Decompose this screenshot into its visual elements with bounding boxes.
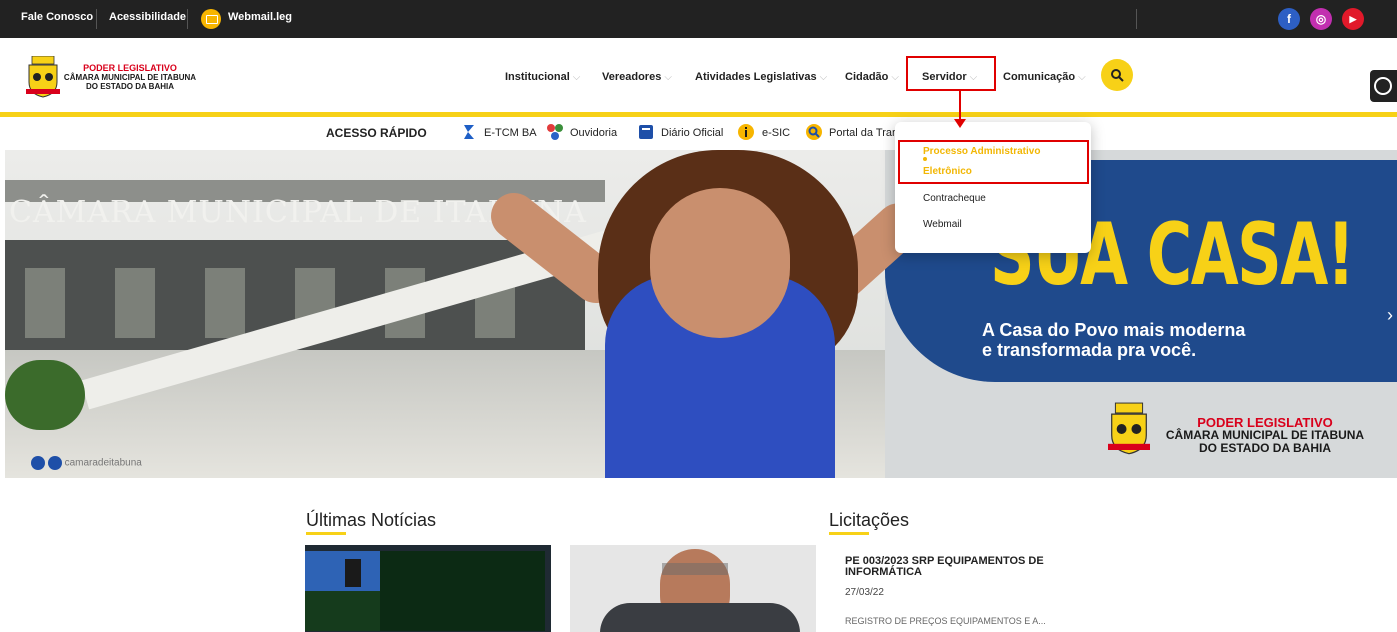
banner-tagline: A Casa do Povo mais moderna e transforma… [982,320,1245,360]
person-suit [600,603,800,632]
search-button[interactable] [1101,59,1133,91]
news-thumbnail-2[interactable] [570,545,816,632]
instagram-icon[interactable]: ◎ [1310,8,1332,30]
news-thumbnail-1[interactable] [305,545,551,632]
youtube-icon[interactable]: ▶ [1342,8,1364,30]
diario-oficial-icon [639,125,653,139]
search-icon [1111,69,1124,82]
tree-image [5,360,85,430]
social-handle-text: camaradeitabuna [64,457,142,469]
nav-label: Vereadores [602,71,662,83]
divider [96,9,97,29]
highlight-box-processo [898,140,1089,184]
dropdown-item-webmail[interactable]: Webmail [923,219,962,230]
magnifier-icon [806,124,822,140]
quick-link-esic[interactable]: e-SIC [762,127,790,139]
highlight-box-servidor [906,56,996,91]
hero-banner[interactable]: CÂMARA MUNICIPAL DE ITABUNA SUA CASA! A … [5,150,1397,478]
site-logo-text[interactable]: PODER LEGISLATIVO CÂMARA MUNICIPAL DE IT… [60,63,200,92]
speaker-figure [345,559,361,587]
nav-label: Atividades Legislativas [695,71,817,83]
contact-link[interactable]: Fale Conosco [21,11,93,23]
bids-section-title: Licitações [829,510,910,530]
tagline-line-1: A Casa do Povo mais moderna [982,320,1246,340]
scoreboard-image [380,551,545,631]
quick-link-diario-oficial[interactable]: Diário Oficial [661,127,723,139]
scoreboard-image [305,591,380,631]
webmail-link[interactable]: Webmail.leg [228,11,292,23]
divider [187,9,188,29]
chevron-down-icon: ⌵ [664,72,672,83]
news-section-title: Últimas Notícias [306,510,437,530]
top-bar: Fale Conosco Acessibilidade Webmail.leg … [0,0,1397,38]
chevron-down-icon: ⌵ [891,72,899,83]
dropdown-item-contracheque[interactable]: Contracheque [923,193,986,204]
quick-link-etcm[interactable]: E-TCM BA [484,127,537,139]
quick-access-bar: ACESSO RÁPIDO E-TCM BA Ouvidoria Diário … [0,117,1397,150]
nav-label: Institucional [505,71,570,83]
news-title-underline [306,532,346,535]
nav-cidadao[interactable]: Cidadão ⌵ [845,71,899,83]
quick-link-ouvidoria[interactable]: Ouvidoria [570,127,617,139]
ouvidoria-icon [547,124,563,140]
mail-icon[interactable] [201,9,221,29]
tcm-icon [464,125,474,139]
building-window [25,268,65,338]
quick-access-label: ACESSO RÁPIDO [326,126,427,140]
banner-logo-text: PODER LEGISLATIVO CÂMARA MUNICIPAL DE IT… [1155,416,1375,455]
main-header: PODER LEGISLATIVO CÂMARA MUNICIPAL DE IT… [0,38,1397,112]
social-dot-icon [31,456,45,470]
next-slide-icon[interactable]: › [1387,305,1393,326]
bid-item-description: REGISTRO DE PREÇOS EQUIPAMENTOS E A... [845,616,1046,626]
banner-logo-line-3: DO ESTADO DA BAHIA [1199,441,1331,455]
nav-label: Comunicação [1003,71,1076,83]
logo-line-1: PODER LEGISLATIVO [83,63,177,73]
nav-label: Cidadão [845,71,889,83]
info-icon [738,124,754,140]
accessibility-link[interactable]: Acessibilidade [109,11,186,23]
person-face [650,188,790,338]
accessibility-toggle-button[interactable] [1370,70,1397,102]
chevron-down-icon: ⌵ [572,72,581,83]
logo-line-2: CÂMARA MUNICIPAL DE ITABUNA [63,73,197,82]
logo-line-3: DO ESTADO DA BAHIA [86,82,174,91]
building-window [115,268,155,338]
banner-social-handle: camaradeitabuna [31,456,142,470]
coat-of-arms-icon[interactable] [26,56,60,98]
annotation-arrow-icon [954,91,966,128]
nav-institucional[interactable]: Institucional ⌵ [505,71,580,83]
bid-item-title[interactable]: PE 003/2023 SRP EQUIPAMENTOS DE INFORMÁT… [845,556,1075,578]
divider [1136,9,1137,29]
bids-title-underline [829,532,869,535]
building-window [205,268,245,338]
bid-item-date: 27/03/22 [845,587,884,598]
glasses-image [662,563,728,575]
facebook-icon [47,456,62,470]
coat-of-arms-icon [1108,402,1150,455]
nav-vereadores[interactable]: Vereadores ⌵ [602,71,672,83]
quick-link-portal-transparencia[interactable]: Portal da Trar [829,127,899,139]
nav-comunicacao[interactable]: Comunicação ⌵ [1003,71,1086,83]
facebook-icon[interactable]: f [1278,8,1300,30]
tagline-line-2: e transformada pra você. [982,340,1197,360]
nav-atividades-legislativas[interactable]: Atividades Legislativas ⌵ [695,71,827,83]
accessibility-icon [1374,77,1392,95]
chevron-down-icon: ⌵ [819,72,828,83]
chevron-down-icon: ⌵ [1078,72,1086,83]
